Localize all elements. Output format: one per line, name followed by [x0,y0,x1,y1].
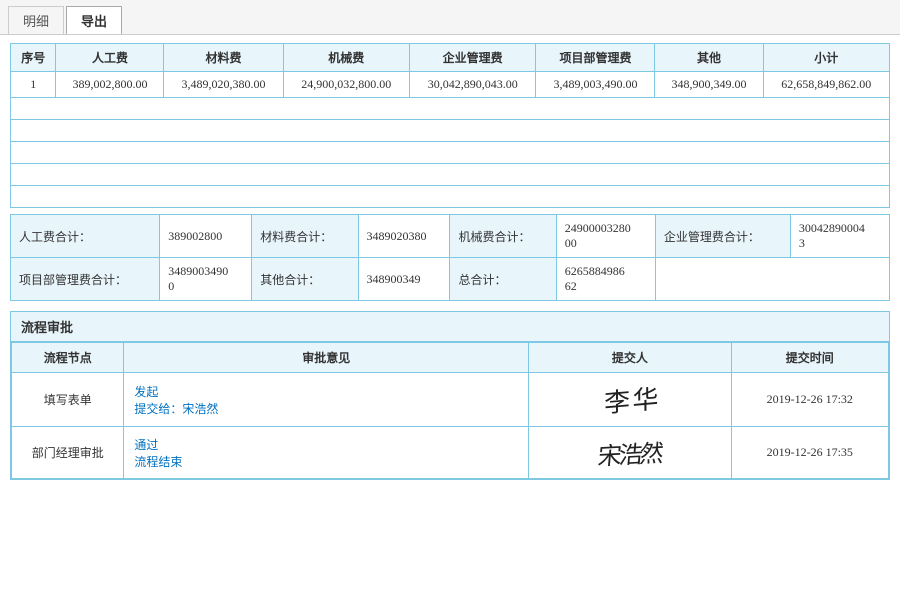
empty-row-2 [11,120,890,142]
cell-material: 3,489,020,380.00 [164,72,283,98]
summary-row-2: 项目部管理费合计： 34890034900 其他合计： 348900349 总合… [11,258,890,301]
approval-opinion-line1-1: 发起 [134,385,158,399]
enterprise-mgmt-total-value: 300428900043 [790,215,889,258]
enterprise-mgmt-total-label: 企业管理费合计： [655,215,790,258]
col-header-subtotal: 小计 [763,44,890,72]
approval-col-time: 提交时间 [731,343,888,373]
summary-empty [655,258,889,301]
col-header-material: 材料费 [164,44,283,72]
approval-opinion-line1-2: 通过 [134,438,158,452]
approval-opinion-line2-2: 流程结束 [134,455,182,469]
empty-row-4 [11,164,890,186]
approval-submitter-2: 宋浩然 [529,427,731,479]
signature-2: 宋浩然 [597,433,663,472]
col-header-other: 其他 [655,44,763,72]
approval-row-1: 填写表单 发起 提交给：宋浩然 李 华 2019-12-26 17:32 [12,373,889,427]
cell-project-mgmt: 3,489,003,490.00 [536,72,655,98]
machinery-total-label: 机械费合计： [450,215,556,258]
tab-dachu[interactable]: 导出 [66,6,122,34]
cell-subtotal: 62,658,849,862.00 [763,72,890,98]
main-content: 序号 人工费 材料费 机械费 企业管理费 项目部管理费 其他 小计 1 389,… [0,35,900,488]
cell-machinery: 24,900,032,800.00 [283,72,409,98]
material-total-label: 材料费合计： [252,215,358,258]
approval-col-node: 流程节点 [12,343,124,373]
col-header-enterprise-mgmt: 企业管理费 [409,44,535,72]
approval-time-1: 2019-12-26 17:32 [731,373,888,427]
cell-seq: 1 [11,72,56,98]
approval-node-2: 部门经理审批 [12,427,124,479]
approval-submitter-1: 李 华 [529,373,731,427]
col-header-seq: 序号 [11,44,56,72]
approval-time-2: 2019-12-26 17:35 [731,427,888,479]
labor-total-label: 人工费合计： [11,215,160,258]
approval-col-opinion: 审批意见 [124,343,529,373]
cell-labor: 389,002,800.00 [56,72,164,98]
project-mgmt-total-label: 项目部管理费合计： [11,258,160,301]
signature-1: 李 华 [604,379,656,421]
approval-col-submitter: 提交人 [529,343,731,373]
grand-total-value: 626588498662 [556,258,655,301]
approval-opinion-line2-1: 提交给：宋浩然 [134,402,218,416]
approval-row-2: 部门经理审批 通过 流程结束 宋浩然 2019-12-26 17:35 [12,427,889,479]
col-header-labor: 人工费 [56,44,164,72]
machinery-total-value: 2490000328000 [556,215,655,258]
summary-row-1: 人工费合计： 389002800 材料费合计： 3489020380 机械费合计… [11,215,890,258]
col-header-machinery: 机械费 [283,44,409,72]
grand-total-label: 总合计： [450,258,556,301]
approval-opinion-2: 通过 流程结束 [124,427,529,479]
other-total-label: 其他合计： [252,258,358,301]
empty-row-3 [11,142,890,164]
empty-row-5 [11,186,890,208]
approval-table: 流程节点 审批意见 提交人 提交时间 填写表单 发起 提交给：宋浩然 李 华 [11,342,889,479]
other-total-value: 348900349 [358,258,450,301]
col-header-project-mgmt: 项目部管理费 [536,44,655,72]
cell-enterprise-mgmt: 30,042,890,043.00 [409,72,535,98]
tab-bar: 明细 导出 [0,0,900,35]
main-data-table: 序号 人工费 材料费 机械费 企业管理费 项目部管理费 其他 小计 1 389,… [10,43,890,208]
approval-section: 流程审批 流程节点 审批意见 提交人 提交时间 填写表单 发起 提交给：宋浩然 [10,311,890,480]
project-mgmt-total-value: 34890034900 [160,258,252,301]
table-row: 1 389,002,800.00 3,489,020,380.00 24,900… [11,72,890,98]
cell-other: 348,900,349.00 [655,72,763,98]
tab-mingxi[interactable]: 明细 [8,6,64,34]
approval-title: 流程审批 [11,312,889,342]
material-total-value: 3489020380 [358,215,450,258]
empty-row-1 [11,98,890,120]
summary-table: 人工费合计： 389002800 材料费合计： 3489020380 机械费合计… [10,214,890,301]
approval-opinion-1: 发起 提交给：宋浩然 [124,373,529,427]
approval-node-1: 填写表单 [12,373,124,427]
labor-total-value: 389002800 [160,215,252,258]
